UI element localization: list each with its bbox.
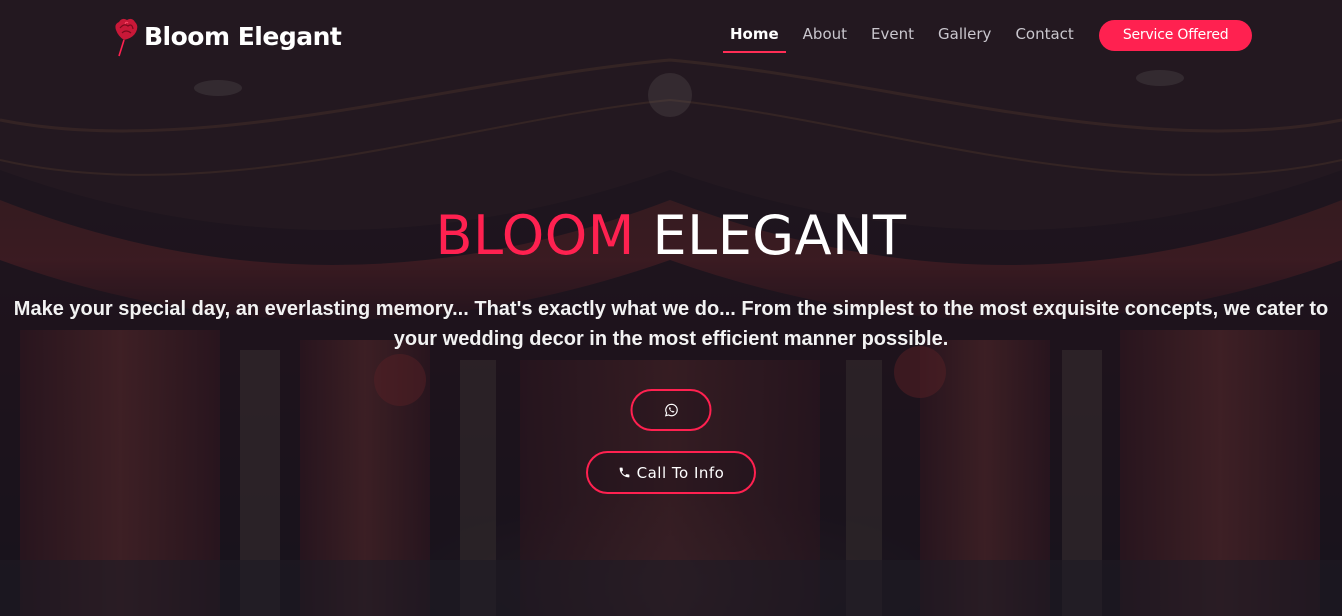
whatsapp-button[interactable] (630, 389, 712, 431)
hero-title: BLOOM ELEGANT (0, 204, 1342, 267)
hero-title-rest: ELEGANT (652, 204, 907, 267)
hero-subtitle: Make your special day, an everlasting me… (13, 298, 1329, 350)
nav-menu: Home About Event Gallery Contact Service… (723, 18, 1253, 53)
brand-name: Bloom Elegant (144, 21, 342, 51)
service-offered-button[interactable]: Service Offered (1098, 19, 1253, 51)
rose-icon (115, 18, 138, 57)
hero-title-accent: BLOOM (435, 204, 635, 267)
nav-item-event[interactable]: Event (871, 19, 914, 51)
phone-icon (619, 467, 630, 478)
whatsapp-icon (664, 403, 678, 417)
nav-item-home[interactable]: Home (723, 19, 786, 53)
call-to-info-button[interactable]: Call To Info (586, 451, 756, 494)
nav-item-gallery[interactable]: Gallery (938, 19, 991, 51)
nav-item-about[interactable]: About (803, 19, 847, 51)
brand-link[interactable]: Bloom Elegant (110, 14, 342, 58)
call-button-label: Call To Info (636, 463, 725, 482)
navbar: Bloom Elegant Home About Event Gallery C… (0, 0, 1342, 70)
nav-item-contact[interactable]: Contact (1015, 19, 1073, 51)
